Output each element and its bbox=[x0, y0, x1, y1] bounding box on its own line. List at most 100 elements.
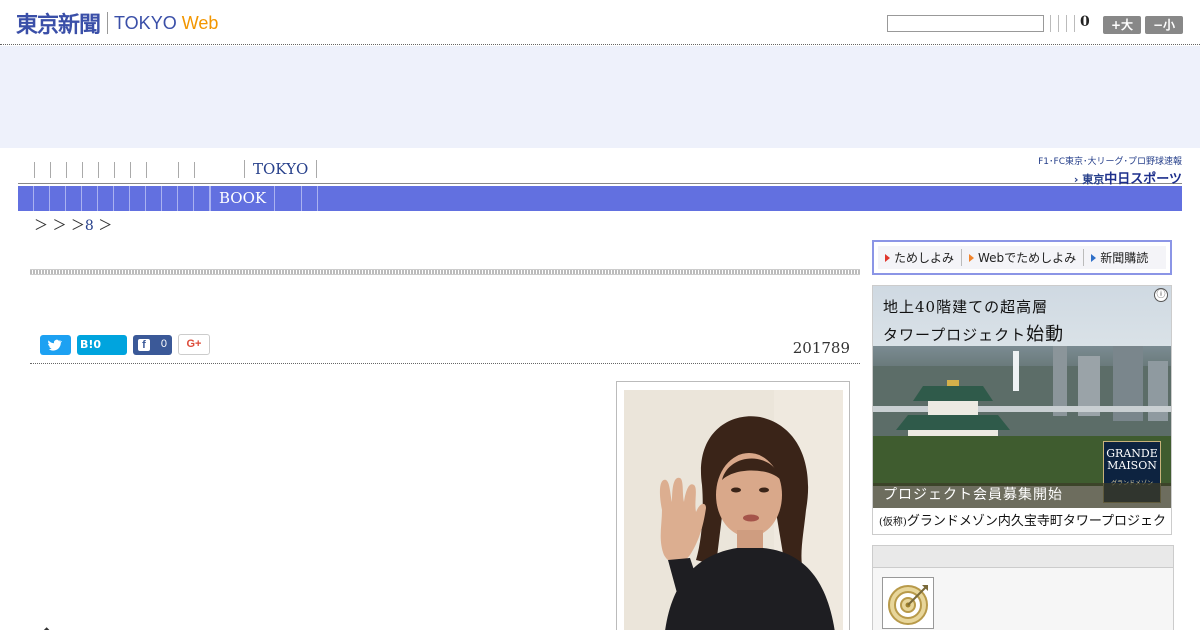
breadcrumb-link[interactable]: 8 bbox=[85, 218, 94, 234]
ad-footer-main: グランドメゾン内久宝寺町タワープロジェクト bbox=[906, 514, 1167, 529]
section-nav-items bbox=[18, 186, 210, 211]
chunichi-brand: › 東京中日スポーツ bbox=[1026, 168, 1182, 187]
chunichi-tagline: F1･FC東京･大リーグ･プロ野球速報 bbox=[1038, 157, 1182, 167]
ad-footer-small: (仮称) bbox=[879, 517, 907, 528]
red-arrow-icon bbox=[885, 253, 890, 262]
facebook-share-button[interactable]: f 0 bbox=[133, 335, 172, 355]
twitter-share-button[interactable] bbox=[40, 335, 71, 355]
section-nav-item[interactable] bbox=[146, 186, 162, 211]
ad-subheadline-prefix: タワープロジェクト bbox=[883, 326, 1027, 344]
facebook-share-count: 0 bbox=[160, 338, 167, 350]
target-graphic bbox=[888, 585, 928, 625]
share-bar: B!0 f 0 G+ 201789 bbox=[30, 334, 860, 364]
ad-subheadline-start: 始動 bbox=[1026, 324, 1065, 345]
section-nav-item[interactable] bbox=[286, 186, 302, 211]
chunichi-name: 中日スポーツ bbox=[1104, 172, 1182, 187]
top-ad-banner[interactable] bbox=[0, 46, 1200, 148]
nav-item[interactable] bbox=[50, 162, 66, 178]
article-bullet: ◆ bbox=[42, 624, 51, 630]
nav-item[interactable] bbox=[146, 162, 178, 178]
separator bbox=[1058, 15, 1066, 32]
sidebar-panel bbox=[872, 545, 1174, 630]
chunichi-sports-link[interactable]: F1･FC東京･大リーグ･プロ野球速報 › 東京中日スポーツ bbox=[1026, 154, 1182, 187]
sidebar-panel-header bbox=[873, 546, 1173, 568]
logo-japanese: 東京新聞 bbox=[16, 13, 101, 38]
breadcrumb: ＞ ＞ ＞8 ＞ bbox=[34, 215, 112, 235]
page: 東京新聞 TOKYO Web 0 +大 −小 TOKYO F1･FC東京･大リー… bbox=[0, 0, 1200, 630]
section-nav-item[interactable] bbox=[66, 186, 82, 211]
section-nav-item[interactable] bbox=[114, 186, 130, 211]
nav-item[interactable] bbox=[66, 162, 82, 178]
logo-web: Web bbox=[181, 12, 219, 33]
hatena-bookmark-button[interactable]: B!0 bbox=[77, 335, 127, 355]
portrait-illustration bbox=[624, 390, 843, 630]
nav-item[interactable] bbox=[194, 162, 226, 178]
separator bbox=[1066, 15, 1074, 32]
article-photo-frame bbox=[616, 381, 850, 630]
section-nav-book[interactable]: BOOK bbox=[210, 186, 276, 211]
nav-item[interactable] bbox=[178, 162, 194, 178]
promo-link-web-tameshiyomi[interactable]: Webでためしよみ bbox=[962, 249, 1085, 266]
article-date: 201789 bbox=[792, 339, 850, 357]
promo-link-subscribe[interactable]: 新聞購読 bbox=[1084, 249, 1155, 266]
promo-link-tameshiyomi[interactable]: ためしよみ bbox=[878, 249, 963, 266]
twitter-bird-icon bbox=[48, 339, 63, 351]
section-nav-item[interactable] bbox=[194, 186, 210, 211]
font-size-up-button[interactable]: +大 bbox=[1103, 16, 1141, 34]
section-nav-item[interactable] bbox=[302, 186, 318, 211]
promo-link-label: 新聞購読 bbox=[1100, 251, 1149, 265]
google-plus-button[interactable]: G+ bbox=[178, 334, 210, 355]
header-link-separators bbox=[1050, 15, 1082, 32]
promo-link-label: Webでためしよみ bbox=[978, 251, 1077, 265]
font-size-down-button[interactable]: −小 bbox=[1145, 16, 1183, 34]
target-icon[interactable] bbox=[882, 577, 934, 629]
section-nav-item[interactable] bbox=[130, 186, 146, 211]
section-nav-item[interactable] bbox=[82, 186, 98, 211]
article-photo[interactable] bbox=[624, 390, 843, 630]
section-nav-item[interactable] bbox=[18, 186, 34, 211]
header-count: 0 bbox=[1080, 14, 1090, 30]
section-nav-item[interactable] bbox=[50, 186, 66, 211]
primary-nav-items bbox=[34, 162, 226, 178]
nav-item[interactable] bbox=[130, 162, 146, 178]
chunichi-arrow-icon: › bbox=[1073, 173, 1083, 186]
separator bbox=[1050, 15, 1058, 32]
site-logo[interactable]: 東京新聞 TOKYO Web bbox=[16, 8, 218, 38]
logo-separator bbox=[107, 12, 109, 34]
section-nav-item[interactable] bbox=[34, 186, 50, 211]
ad-strip: プロジェクト会員募集開始 bbox=[873, 483, 1171, 508]
section-nav-item[interactable] bbox=[98, 186, 114, 211]
article-title-rule bbox=[30, 269, 860, 275]
facebook-icon: f bbox=[138, 339, 150, 351]
nav-item-tokyo-label: TOKYO bbox=[244, 160, 318, 178]
sidebar-ad[interactable]: 地上40階建ての超高層 タワープロジェクト始動 ⓘ GRANDE MAISON … bbox=[872, 285, 1172, 535]
ad-footer: (仮称)グランドメゾン内久宝寺町タワープロジェクト bbox=[873, 508, 1171, 534]
search-input[interactable] bbox=[887, 15, 1044, 32]
section-nav: BOOK bbox=[18, 186, 1182, 211]
ad-headline: 地上40階建ての超高層 bbox=[883, 298, 1049, 316]
nav-item[interactable] bbox=[82, 162, 98, 178]
orange-arrow-icon bbox=[969, 253, 975, 262]
section-nav-item[interactable] bbox=[178, 186, 194, 211]
breadcrumb-separator: ＞ bbox=[52, 218, 67, 234]
nav-item[interactable] bbox=[34, 162, 50, 178]
chunichi-prefix: 東京 bbox=[1082, 173, 1105, 186]
nav-item-tokyo[interactable]: TOKYO bbox=[244, 160, 318, 178]
ad-info-icon[interactable]: ⓘ bbox=[1154, 288, 1168, 302]
newspaper-promo-box: ためしよみ Webでためしよみ 新聞購読 bbox=[872, 240, 1172, 275]
section-nav-item[interactable] bbox=[162, 186, 178, 211]
nav-item[interactable] bbox=[98, 162, 114, 178]
promo-links: ためしよみ Webでためしよみ 新聞購読 bbox=[878, 246, 1166, 269]
promo-link-label: ためしよみ bbox=[894, 251, 955, 265]
ad-subheadline: タワープロジェクト始動 bbox=[883, 320, 1064, 346]
breadcrumb-separator: ＞ bbox=[70, 218, 85, 234]
brand-line-2: MAISON bbox=[1107, 459, 1157, 472]
blue-arrow-icon bbox=[1091, 253, 1097, 262]
primary-nav: TOKYO bbox=[18, 160, 1182, 184]
breadcrumb-separator: ＞ bbox=[34, 218, 48, 234]
section-nav-tail bbox=[286, 186, 318, 211]
site-header: 東京新聞 TOKYO Web 0 +大 −小 bbox=[0, 0, 1200, 45]
logo-tokyo: TOKYO bbox=[114, 12, 177, 33]
nav-item[interactable] bbox=[114, 162, 130, 178]
breadcrumb-separator: ＞ bbox=[98, 218, 113, 234]
